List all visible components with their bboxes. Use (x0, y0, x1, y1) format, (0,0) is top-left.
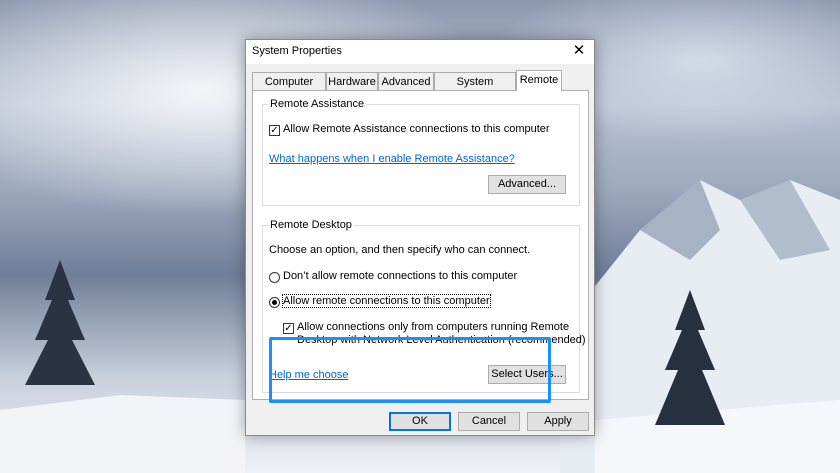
dont-allow-label: Don’t allow remote connections to this c… (283, 270, 518, 282)
tab-computer-name[interactable]: Computer Name (252, 72, 326, 106)
title-bar: System Properties ✕ (246, 40, 594, 64)
nla-checkbox[interactable]: ✓ (283, 323, 294, 334)
dont-allow-radio[interactable] (269, 272, 280, 283)
tab-system-protection[interactable]: System Protection (434, 72, 516, 106)
allow-remote-label: Allow remote connections to this compute… (282, 294, 491, 308)
ok-button[interactable]: OK (389, 412, 451, 431)
remote-desktop-intro: Choose an option, and then specify who c… (269, 244, 531, 256)
tab-hardware[interactable]: Hardware (326, 72, 378, 90)
highlight-annotation-box (269, 337, 551, 403)
close-button[interactable]: ✕ (564, 40, 594, 64)
remote-assistance-group: Remote Assistance ✓ Allow Remote Assista… (262, 98, 580, 206)
remote-tab-panel: Remote Assistance ✓ Allow Remote Assista… (252, 90, 589, 403)
allow-remote-radio[interactable] (269, 297, 280, 308)
checkmark-icon: ✓ (284, 323, 293, 334)
advanced-button[interactable]: Advanced... (488, 175, 566, 194)
cancel-button[interactable]: Cancel (458, 412, 520, 431)
tab-advanced[interactable]: Advanced (378, 72, 434, 90)
group-title-remote-assistance: Remote Assistance (268, 98, 367, 110)
group-title-remote-desktop: Remote Desktop (268, 219, 354, 231)
nla-label-line1: Allow connections only from computers ru… (297, 321, 570, 333)
window-title: System Properties (252, 45, 342, 57)
apply-button[interactable]: Apply (527, 412, 589, 431)
remote-assistance-help-link[interactable]: What happens when I enable Remote Assist… (269, 153, 515, 165)
allow-remote-assistance-checkbox[interactable]: ✓ (269, 125, 280, 136)
tab-remote[interactable]: Remote (516, 70, 562, 91)
system-properties-dialog: System Properties ✕ Computer Name Hardwa… (245, 39, 595, 436)
allow-remote-assistance-label: Allow Remote Assistance connections to t… (283, 123, 550, 135)
checkmark-icon: ✓ (270, 125, 279, 136)
